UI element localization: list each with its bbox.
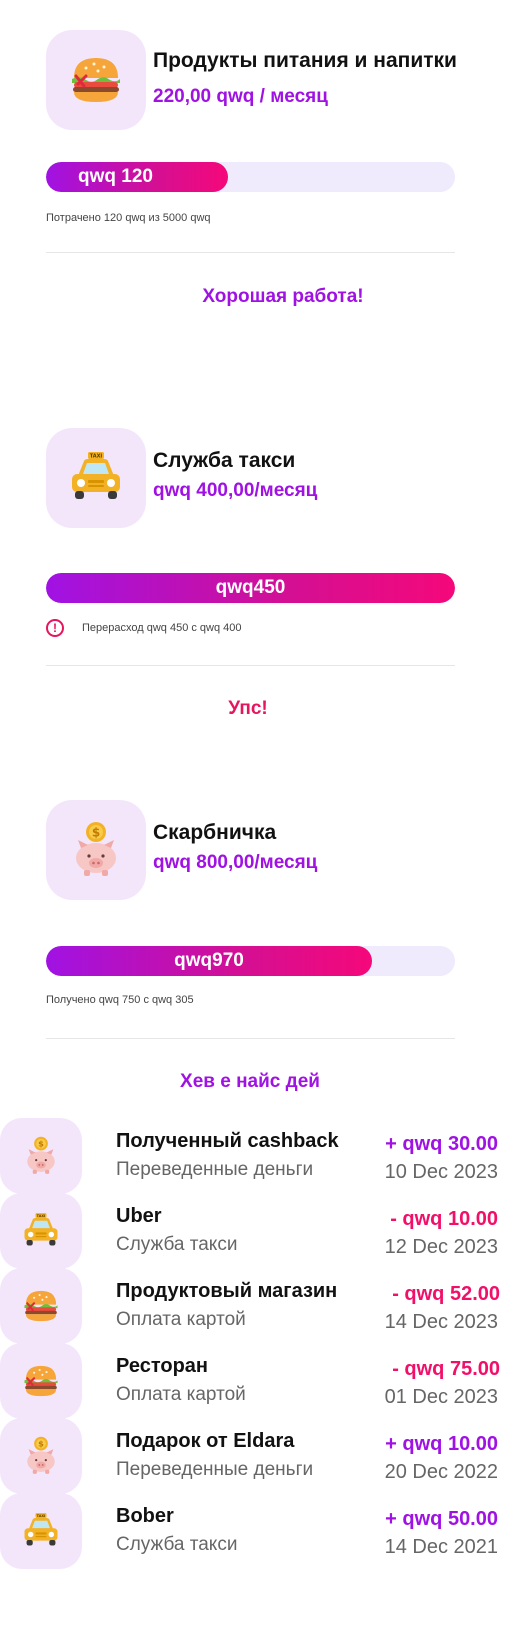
transaction-amount: - qwq 75.00 bbox=[392, 1358, 500, 1380]
budget-amount: 220,00 qwq / месяц bbox=[153, 86, 328, 107]
burger-icon bbox=[23, 1289, 59, 1323]
budget-note: Получено qwq 750 с qwq 305 bbox=[46, 994, 194, 1006]
transaction-icon-tile bbox=[0, 1493, 82, 1569]
transaction-date: 12 Dec 2023 bbox=[384, 1236, 498, 1258]
divider bbox=[46, 665, 455, 666]
divider bbox=[46, 1038, 455, 1039]
transaction-amount: - qwq 52.00 bbox=[392, 1283, 500, 1305]
budget-progress-fill: qwq 120 bbox=[46, 162, 228, 192]
budget-title: Скарбничка bbox=[153, 821, 277, 844]
budget-progress-label: qwq 120 bbox=[78, 166, 153, 187]
piggy-bank-icon bbox=[76, 822, 116, 876]
budget-amount: qwq 400,00/месяц bbox=[153, 480, 318, 501]
transaction-date: 01 Dec 2023 bbox=[384, 1386, 498, 1408]
warning-icon: ! bbox=[46, 619, 64, 637]
transaction-subtitle: Оплата картой bbox=[116, 1309, 246, 1330]
budget-note: Перерасход qwq 450 с qwq 400 bbox=[82, 622, 242, 634]
budget-message: Хев е найс дей bbox=[180, 1071, 320, 1092]
transaction-subtitle: Служба такси bbox=[116, 1234, 238, 1255]
piggy-bank-icon bbox=[27, 1136, 55, 1174]
transaction-row[interactable]: Ресторан Оплата картой - qwq 75.00 01 De… bbox=[0, 1343, 528, 1419]
transaction-subtitle: Переведенные деньги bbox=[116, 1159, 314, 1180]
burger-icon bbox=[23, 1364, 59, 1398]
budget-amount: qwq 800,00/месяц bbox=[153, 852, 318, 873]
taxi-icon bbox=[72, 452, 120, 499]
transaction-icon-tile bbox=[0, 1268, 82, 1344]
transaction-amount: + qwq 30.00 bbox=[385, 1133, 498, 1155]
transaction-date: 14 Dec 2021 bbox=[384, 1536, 498, 1558]
budget-message: Упс! bbox=[228, 698, 268, 719]
budget-progress-track: qwq970 bbox=[46, 946, 455, 976]
budget-note: Потрачено 120 qwq из 5000 qwq bbox=[46, 212, 211, 224]
transaction-subtitle: Переведенные деньги bbox=[116, 1459, 314, 1480]
transaction-title: Полученный cashback bbox=[116, 1130, 339, 1152]
budget-title: Служба такси bbox=[153, 449, 296, 472]
transaction-list: Полученный cashback Переведенные деньги … bbox=[0, 1118, 528, 1645]
budget-message: Хорошая работа! bbox=[202, 286, 364, 307]
transaction-date: 14 Dec 2023 bbox=[384, 1311, 498, 1333]
transaction-amount: - qwq 10.00 bbox=[390, 1208, 498, 1230]
budget-icon-tile bbox=[46, 800, 146, 900]
budget-progress-fill: qwq970 bbox=[46, 946, 372, 976]
piggy-bank-icon bbox=[27, 1436, 55, 1474]
transaction-row[interactable]: Bober Служба такси + qwq 50.00 14 Dec 20… bbox=[0, 1493, 528, 1569]
transaction-subtitle: Оплата картой bbox=[116, 1384, 246, 1405]
transaction-date: 20 Dec 2022 bbox=[384, 1461, 498, 1483]
budget-progress-track: qwq450 bbox=[46, 573, 455, 603]
transaction-icon-tile bbox=[0, 1418, 82, 1494]
budget-title: Продукты питания и напитки bbox=[153, 49, 457, 72]
budget-icon-tile bbox=[46, 30, 146, 130]
budget-progress-label: qwq970 bbox=[174, 950, 244, 971]
transaction-title: Uber bbox=[116, 1205, 162, 1227]
transaction-icon-tile bbox=[0, 1193, 82, 1269]
taxi-icon bbox=[24, 1513, 58, 1546]
transaction-title: Bober bbox=[116, 1505, 174, 1527]
taxi-icon bbox=[24, 1213, 58, 1246]
budget-icon-tile bbox=[46, 428, 146, 528]
transaction-amount: + qwq 50.00 bbox=[385, 1508, 498, 1530]
transaction-title: Подарок от Eldara bbox=[116, 1430, 295, 1452]
transaction-icon-tile bbox=[0, 1343, 82, 1419]
transaction-row[interactable]: Uber Служба такси - qwq 10.00 12 Dec 202… bbox=[0, 1193, 528, 1269]
transaction-icon-tile bbox=[0, 1118, 82, 1194]
transaction-date: 10 Dec 2023 bbox=[384, 1161, 498, 1183]
divider bbox=[46, 252, 455, 253]
budget-progress-track: qwq 120 bbox=[46, 162, 455, 192]
transaction-row[interactable]: Полученный cashback Переведенные деньги … bbox=[0, 1118, 528, 1194]
transaction-title: Продуктовый магазин bbox=[116, 1280, 338, 1302]
budget-progress-label: qwq450 bbox=[215, 577, 286, 598]
transaction-subtitle: Служба такси bbox=[116, 1534, 238, 1555]
transaction-amount: + qwq 10.00 bbox=[385, 1433, 498, 1455]
transaction-row[interactable]: Подарок от Eldara Переведенные деньги + … bbox=[0, 1418, 528, 1494]
transaction-row[interactable]: Продуктовый магазин Оплата картой - qwq … bbox=[0, 1268, 528, 1344]
budget-progress-fill: qwq450 bbox=[46, 573, 455, 603]
transaction-title: Ресторан bbox=[116, 1355, 208, 1377]
burger-icon bbox=[70, 56, 122, 104]
